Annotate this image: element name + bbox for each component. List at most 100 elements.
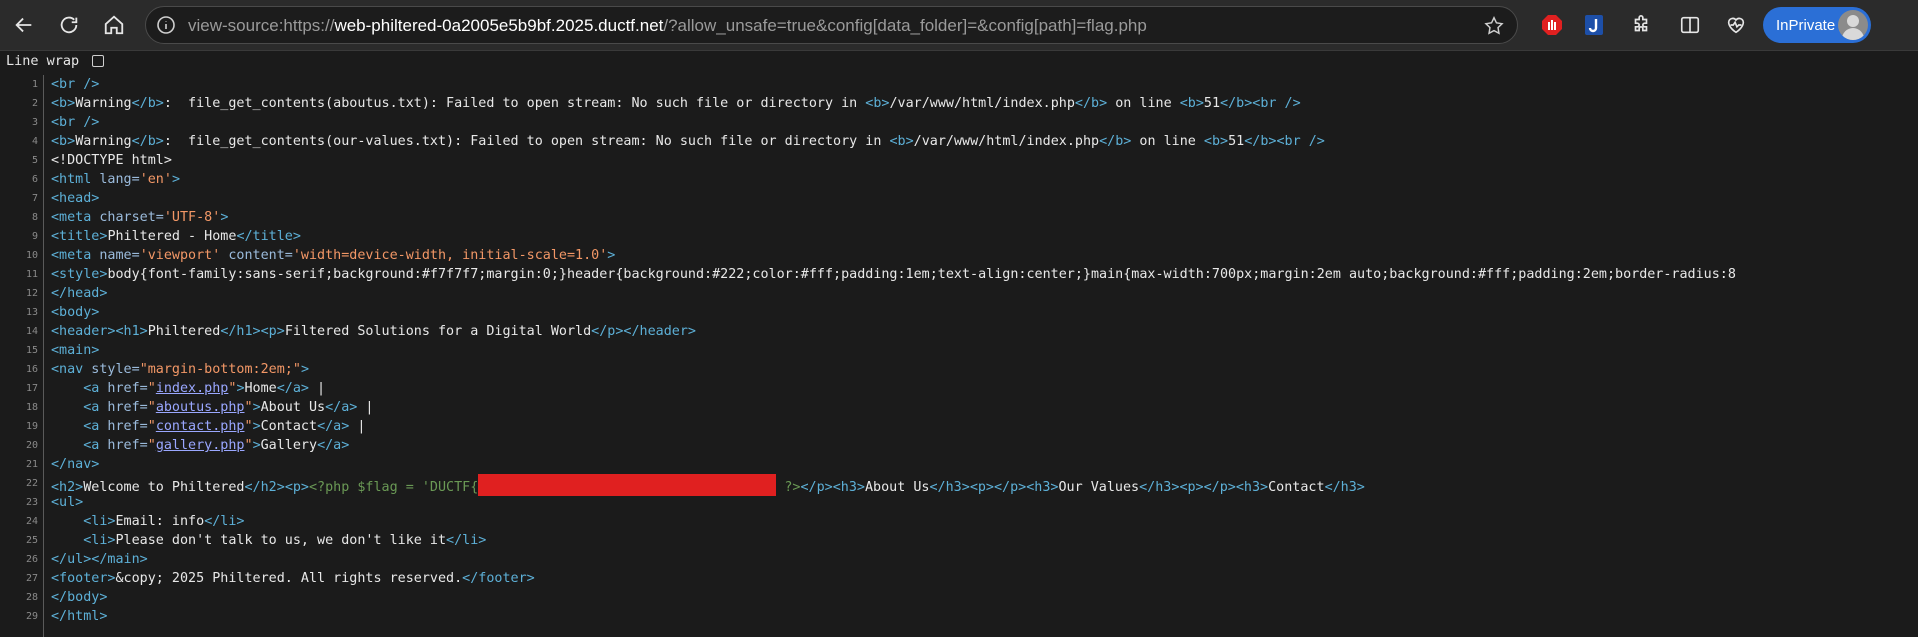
code-token: <br /> xyxy=(51,115,100,130)
nav-link-href[interactable]: gallery.php xyxy=(156,438,245,453)
code-token: <html xyxy=(51,172,92,187)
line-number: 19 xyxy=(25,421,38,432)
code-text: Warning xyxy=(75,134,132,149)
url-prefix: view-source:https:// xyxy=(188,16,335,35)
code-value: " xyxy=(244,400,253,415)
line-number: 10 xyxy=(25,250,38,261)
code-token: </html> xyxy=(51,609,108,624)
code-token: </b> xyxy=(131,134,164,149)
stop-extension-icon[interactable] xyxy=(1538,11,1566,39)
code-token: <body> xyxy=(51,305,100,320)
code-token: <li> xyxy=(83,514,116,529)
source-line: 18 <a href="aboutus.php">About Us</a> | xyxy=(0,398,1918,417)
health-icon[interactable] xyxy=(1722,11,1750,39)
line-number: 2 xyxy=(31,98,38,109)
back-icon[interactable] xyxy=(7,9,41,41)
code-text: Contact xyxy=(260,419,318,434)
refresh-icon[interactable] xyxy=(52,9,86,41)
browser-toolbar: view-source:https://web-philtered-0a2005… xyxy=(0,0,1918,51)
source-line: 25 <li>Please don't talk to us, we don't… xyxy=(0,531,1918,550)
line-number: 18 xyxy=(25,402,38,413)
j-extension-icon[interactable] xyxy=(1580,11,1608,39)
code-token: </a> xyxy=(276,381,309,396)
line-number: 21 xyxy=(25,459,38,470)
code-token: <a xyxy=(83,438,100,453)
line-wrap-label: Line wrap xyxy=(6,53,80,69)
code-token: <main> xyxy=(51,343,100,358)
code-value: " xyxy=(147,381,156,396)
code-token: <b> xyxy=(1203,134,1229,149)
line-number: 14 xyxy=(25,326,38,337)
code-token: </b> xyxy=(1099,134,1132,149)
code-text: Warning xyxy=(75,96,132,111)
inprivate-button[interactable]: InPrivate xyxy=(1763,7,1871,43)
code-token: <meta xyxy=(51,210,92,225)
line-number: 29 xyxy=(25,611,38,622)
source-line: 20 <a href="gallery.php">Gallery</a> xyxy=(0,436,1918,455)
info-icon[interactable] xyxy=(156,15,176,35)
code-token: </b> xyxy=(1244,134,1277,149)
line-number: 9 xyxy=(31,231,38,242)
source-line: 15 <main> xyxy=(0,341,1918,360)
line-number: 22 xyxy=(25,478,38,489)
code-token: <header> xyxy=(51,324,116,339)
code-text: | xyxy=(309,381,326,396)
line-number: 26 xyxy=(25,554,38,565)
code-text: &copy; 2025 Philtered. All rights reserv… xyxy=(115,571,463,586)
code-text: Philtered xyxy=(147,324,221,339)
address-bar[interactable]: view-source:https://web-philtered-0a2005… xyxy=(145,6,1518,44)
code-token: <h1> xyxy=(115,324,148,339)
source-line: 23 <ul> xyxy=(0,493,1918,512)
code-value: " xyxy=(244,438,253,453)
code-attr: style= xyxy=(83,362,140,377)
line-number: 8 xyxy=(31,212,38,223)
url-text[interactable]: view-source:https://web-philtered-0a2005… xyxy=(188,16,1147,36)
line-number: 16 xyxy=(25,364,38,375)
nav-link-href[interactable]: contact.php xyxy=(156,419,245,434)
code-value: " xyxy=(147,400,156,415)
star-icon[interactable] xyxy=(1483,15,1505,37)
line-number: 24 xyxy=(25,516,38,527)
code-text: body{font-family:sans-serif;background:#… xyxy=(107,267,1736,282)
source-line: 17 <a href="index.php">Home</a> | xyxy=(0,379,1918,398)
code-token: <footer> xyxy=(51,571,116,586)
home-icon[interactable] xyxy=(97,9,131,41)
nav-link-href[interactable]: aboutus.php xyxy=(156,400,245,415)
line-number: 7 xyxy=(31,193,38,204)
source-line: 16 <nav style="margin-bottom:2em;"> xyxy=(0,360,1918,379)
code-token: > xyxy=(171,172,180,187)
line-wrap-checkbox[interactable] xyxy=(92,55,104,67)
code-token: <a xyxy=(83,419,100,434)
code-token: > xyxy=(252,438,261,453)
split-screen-icon[interactable] xyxy=(1676,11,1704,39)
code-token: <b> xyxy=(51,96,76,111)
source-line: 24 <li>Email: info</li> xyxy=(0,512,1918,531)
code-text: Please don't talk to us, we don't like i… xyxy=(115,533,447,548)
nav-link-href[interactable]: index.php xyxy=(156,381,229,396)
code-attr: href= xyxy=(99,419,148,434)
code-text: 51 xyxy=(1228,134,1245,149)
code-value: 'viewport' xyxy=(139,248,221,263)
line-number: 20 xyxy=(25,440,38,451)
line-number: 5 xyxy=(31,155,38,166)
code-text: Home xyxy=(244,381,277,396)
code-attr: charset= xyxy=(91,210,164,225)
extensions-icon[interactable] xyxy=(1627,11,1655,39)
avatar xyxy=(1838,10,1868,40)
code-token: <style> xyxy=(51,267,108,282)
source-line: 28 </body> xyxy=(0,588,1918,607)
code-token: </b> xyxy=(1220,96,1253,111)
code-attr: lang= xyxy=(91,172,140,187)
code-text: Philtered - Home xyxy=(107,229,237,244)
line-number: 3 xyxy=(31,117,38,128)
code-value: 'width=device-width, initial-scale=1.0' xyxy=(292,248,608,263)
source-line: 10 <meta name='viewport' content='width=d… xyxy=(0,246,1918,265)
code-token: </b> xyxy=(131,96,164,111)
code-token: </a> xyxy=(317,419,350,434)
code-token: </b> xyxy=(1074,96,1108,111)
scrollbar[interactable] xyxy=(1912,75,1918,637)
source-line: 3 <br /> xyxy=(0,113,1918,132)
